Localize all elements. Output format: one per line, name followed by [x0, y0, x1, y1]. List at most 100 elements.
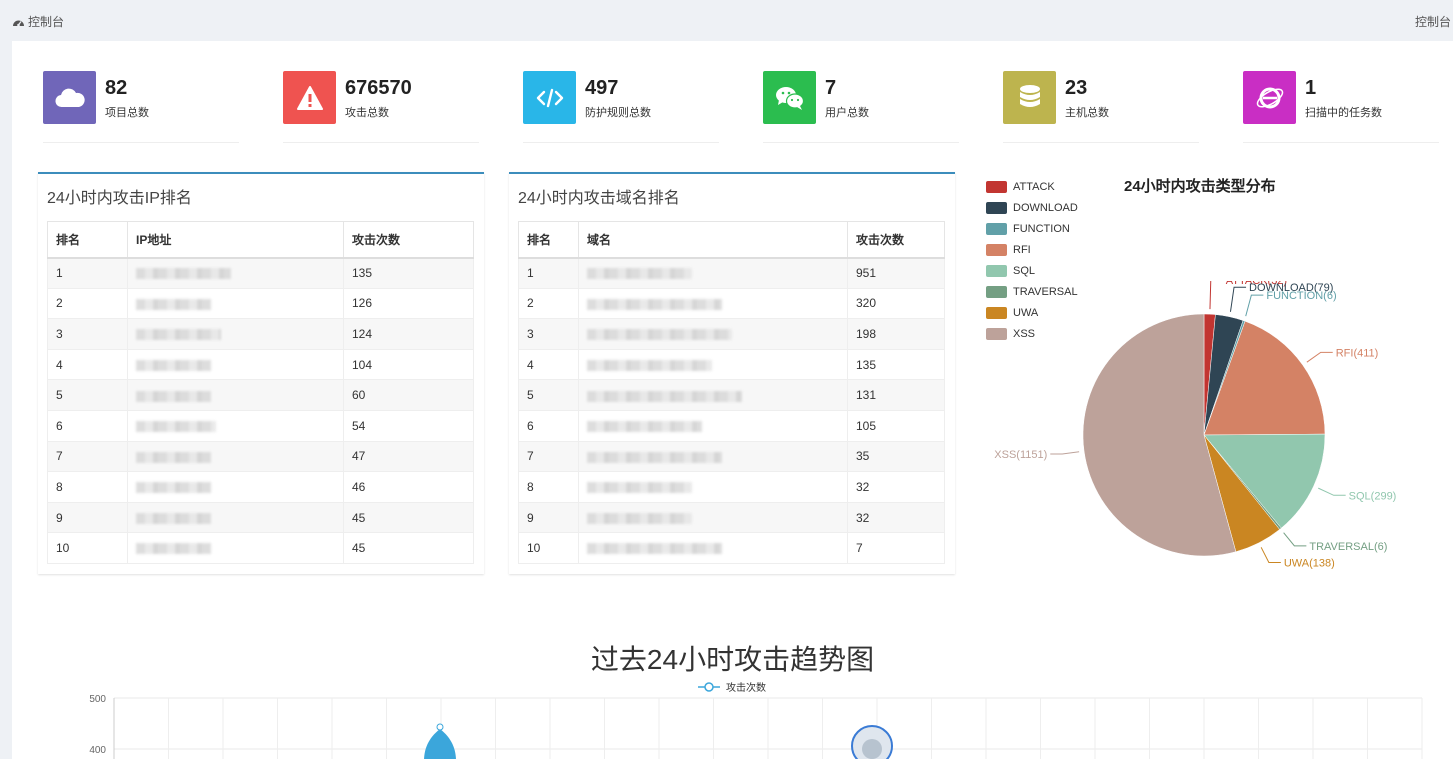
- rank-cell: 6: [47, 409, 128, 442]
- stat-card-hosts[interactable]: 23 主机总数: [1003, 71, 1199, 143]
- redacted-value: [587, 390, 742, 402]
- rank-cell: 3: [518, 318, 579, 350]
- table-row[interactable]: 3 124: [47, 318, 474, 350]
- stat-card-users[interactable]: 7 用户总数: [763, 71, 959, 143]
- stat-icon-box: [523, 71, 576, 124]
- stat-card-rules[interactable]: 497 防护规则总数: [523, 71, 719, 143]
- count-cell: 45: [343, 532, 474, 564]
- attack-type-pie-chart: ATTACK(32)DOWNLOAD(79)FUNCTION(6)RFI(411…: [994, 281, 1396, 569]
- table-row[interactable]: 9 32: [518, 501, 945, 534]
- column-header: IP地址: [127, 221, 344, 259]
- stat-label: 防护规则总数: [585, 107, 651, 119]
- count-cell: 320: [847, 287, 945, 320]
- legend-swatch: [986, 180, 1007, 193]
- redacted-value: [587, 543, 722, 555]
- rank-cell: 2: [47, 287, 128, 320]
- table-row[interactable]: 4 104: [47, 348, 474, 381]
- count-cell: 198: [847, 318, 945, 350]
- table-row[interactable]: 6 54: [47, 409, 474, 442]
- redacted-cell: [578, 501, 848, 534]
- redacted-value: [136, 512, 211, 524]
- ip-ranking-panel: 24小时内攻击IP排名 排名 IP地址 攻击次数 1 135 2 126 3 124 4 10…: [38, 172, 484, 574]
- rank-cell: 7: [518, 440, 579, 473]
- table-row[interactable]: 2 126: [47, 287, 474, 320]
- redacted-value: [587, 421, 702, 433]
- table-row[interactable]: 3 198: [518, 318, 945, 350]
- attack-trend-chart: 500 400: [89, 694, 1423, 759]
- pie-label: XSS(1151): [994, 449, 1047, 461]
- legend-swatch: [986, 243, 1007, 256]
- rank-cell: 8: [47, 471, 128, 503]
- redacted-value: [136, 543, 211, 555]
- redacted-value: [587, 329, 732, 341]
- stat-card-projects[interactable]: 82 项目总数: [43, 71, 239, 143]
- count-cell: 32: [847, 501, 945, 534]
- count-cell: 47: [343, 440, 474, 473]
- legend-item[interactable]: RFI: [986, 239, 1078, 260]
- table-row[interactable]: 1 951: [518, 257, 945, 289]
- y-tick-label: 500: [89, 694, 106, 705]
- count-cell: 126: [343, 287, 474, 320]
- trend-peak-marker[interactable]: [424, 729, 456, 759]
- table-row[interactable]: 5 131: [518, 379, 945, 411]
- redacted-value: [587, 268, 692, 280]
- rank-cell: 4: [47, 348, 128, 381]
- table-row[interactable]: 7 35: [518, 440, 945, 473]
- breadcrumb-right[interactable]: 控制台: [1415, 13, 1451, 30]
- table-row[interactable]: 6 105: [518, 409, 945, 442]
- legend-item[interactable]: ATTACK: [986, 176, 1078, 197]
- stat-card-attacks[interactable]: 676570 攻击总数: [283, 71, 479, 143]
- table-row[interactable]: 1 135: [47, 257, 474, 289]
- legend-swatch: [986, 264, 1007, 277]
- count-cell: 46: [343, 471, 474, 503]
- redacted-cell: [578, 287, 848, 320]
- count-cell: 135: [343, 257, 474, 289]
- count-cell: 35: [847, 440, 945, 473]
- redacted-value: [587, 512, 692, 524]
- stat-card-scan-tasks[interactable]: 1 扫描中的任务数: [1243, 71, 1439, 143]
- legend-item[interactable]: SQL: [986, 260, 1078, 281]
- breadcrumb[interactable]: 控制台: [12, 13, 64, 30]
- rank-cell: 1: [47, 257, 128, 289]
- table-row[interactable]: 7 47: [47, 440, 474, 473]
- redacted-value: [587, 359, 712, 371]
- rank-cell: 5: [47, 379, 128, 411]
- stat-value: 7: [825, 77, 837, 99]
- stat-icon-box: [763, 71, 816, 124]
- redacted-cell: [578, 257, 848, 289]
- stat-icon-box: [1003, 71, 1056, 124]
- legend-item[interactable]: FUNCTION: [986, 218, 1078, 239]
- legend-label: ATTACK: [1013, 180, 1055, 193]
- table-row[interactable]: 9 45: [47, 501, 474, 534]
- redacted-cell: [127, 318, 344, 350]
- stat-icon-box: [43, 71, 96, 124]
- stat-value: 1: [1305, 77, 1317, 99]
- pie-label: UWA(138): [1284, 557, 1335, 569]
- domain-ranking-panel: 24小时内攻击域名排名 排名 域名 攻击次数 1 951 2 320 3 198 4 135 5…: [509, 172, 955, 574]
- stat-label: 用户总数: [825, 107, 869, 119]
- legend-label: DOWNLOAD: [1013, 201, 1078, 214]
- rank-cell: 6: [518, 409, 579, 442]
- column-header: 攻击次数: [343, 221, 474, 259]
- pie-label-line: [1306, 351, 1333, 363]
- trend-point[interactable]: [436, 723, 444, 731]
- table-row[interactable]: 10 45: [47, 532, 474, 564]
- legend-swatch: [986, 201, 1007, 214]
- table-row[interactable]: 2 320: [518, 287, 945, 320]
- redacted-cell: [578, 348, 848, 381]
- table-row[interactable]: 4 135: [518, 348, 945, 381]
- table-row[interactable]: 10 7: [518, 532, 945, 564]
- stat-label: 项目总数: [105, 107, 149, 119]
- table-row[interactable]: 8 32: [518, 471, 945, 503]
- legend-item[interactable]: DOWNLOAD: [986, 197, 1078, 218]
- redacted-cell: [127, 287, 344, 320]
- column-header: 攻击次数: [847, 221, 945, 259]
- dashboard-icon: [13, 20, 24, 26]
- table-row[interactable]: 8 46: [47, 471, 474, 503]
- stat-icon-box: [283, 71, 336, 124]
- cloud-icon: [54, 88, 85, 107]
- rank-cell: 10: [518, 532, 579, 564]
- stat-value: 82: [105, 77, 128, 99]
- table-row[interactable]: 5 60: [47, 379, 474, 411]
- redacted-value: [136, 421, 216, 433]
